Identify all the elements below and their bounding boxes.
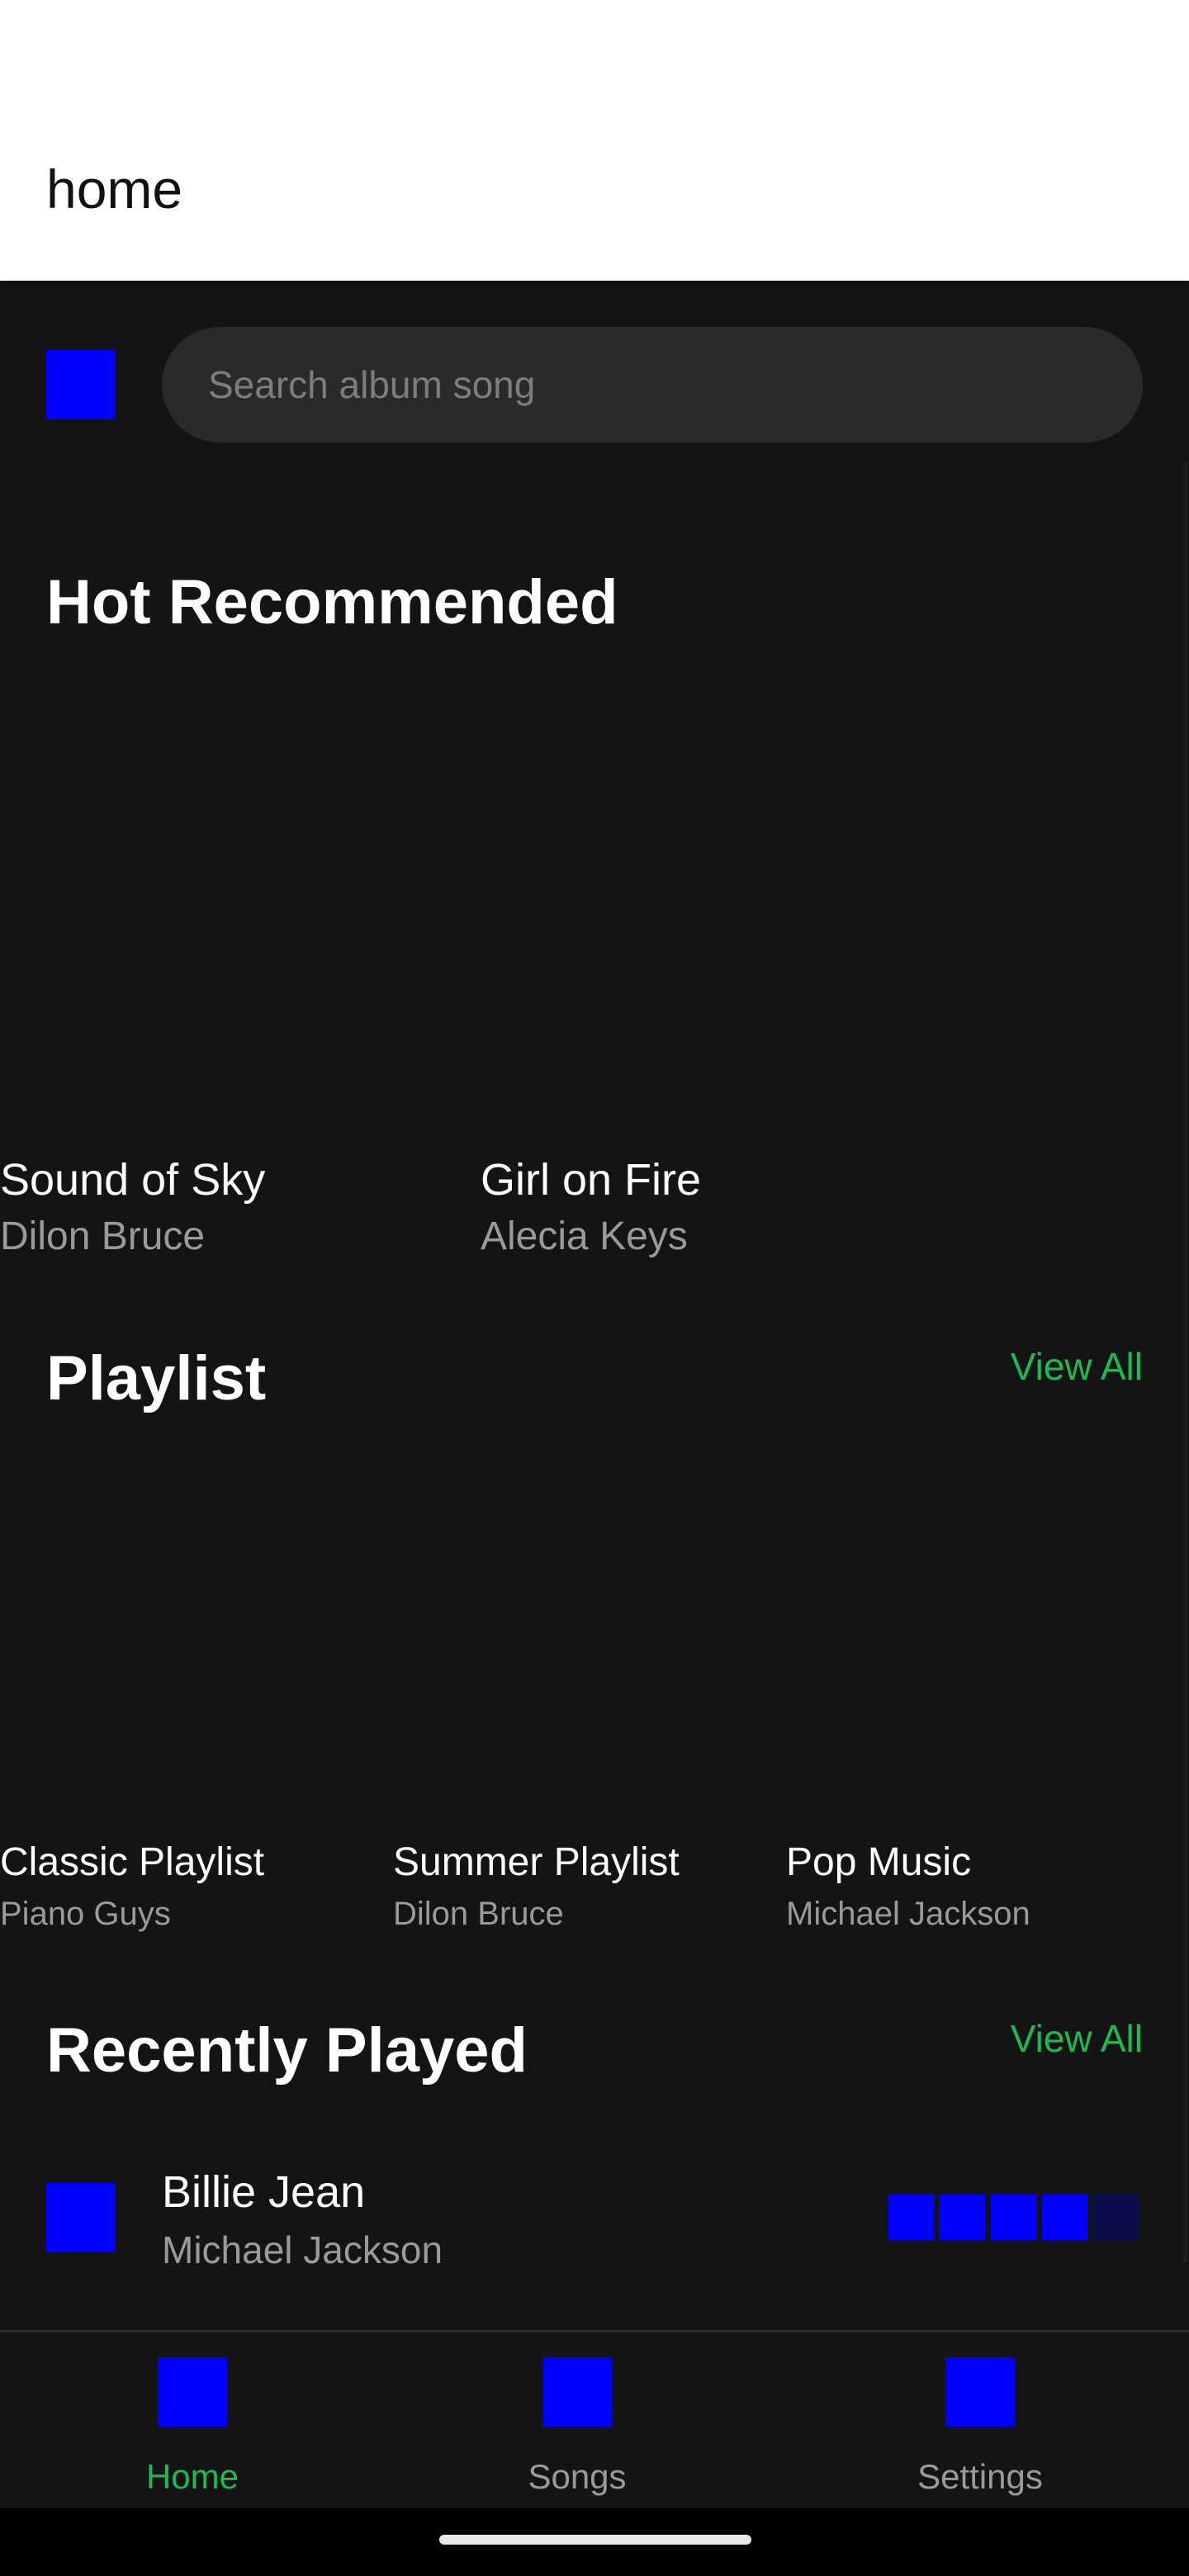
- card-artist: Alecia Keys: [481, 1215, 688, 1258]
- section-title-playlist: Playlist: [46, 1343, 267, 1413]
- rating-segment: [888, 2195, 935, 2241]
- home-icon: [158, 2357, 227, 2427]
- nav-item-settings[interactable]: Settings: [887, 2332, 1073, 2509]
- section-title-hot-recommended: Hot Recommended: [46, 567, 618, 637]
- album-cover[interactable]: [481, 685, 926, 1131]
- rating-segment: [940, 2195, 986, 2241]
- nav-label-settings: Settings: [917, 2457, 1043, 2496]
- app-bar: home: [0, 0, 1189, 281]
- playlist-cover[interactable]: [786, 1453, 1149, 1816]
- song-title: Billie Jean: [162, 2167, 366, 2217]
- playlist-view-all-link[interactable]: View All: [1011, 1347, 1143, 1385]
- songs-icon: [542, 2357, 612, 2427]
- card-artist: Michael Jackson: [786, 1896, 1030, 1932]
- card-title: Classic Playlist: [0, 1840, 265, 1884]
- nav-label-songs: Songs: [528, 2457, 627, 2496]
- recently-played-view-all-link[interactable]: View All: [1011, 2020, 1143, 2057]
- song-artist: Michael Jackson: [162, 2228, 443, 2271]
- nav-item-songs[interactable]: Songs: [484, 2332, 670, 2509]
- menu-icon[interactable]: [46, 350, 116, 419]
- home-gesture-handle[interactable]: [439, 2535, 751, 2545]
- section-title-recently-played: Recently Played: [46, 2015, 528, 2086]
- card-artist: Piano Guys: [0, 1896, 171, 1932]
- scrollbar[interactable]: [1182, 462, 1187, 2262]
- rating-segment: [1042, 2195, 1088, 2241]
- rating-segment: [991, 2195, 1037, 2241]
- card-title: Pop Music: [786, 1840, 972, 1884]
- card-artist: Dilon Bruce: [393, 1896, 564, 1932]
- rating-segment: [1093, 2195, 1139, 2241]
- card-artist: Dilon Bruce: [0, 1215, 206, 1258]
- card-title: Sound of Sky: [0, 1155, 266, 1205]
- nav-label-home: Home: [145, 2457, 239, 2496]
- system-navigation-bar: [0, 2508, 1189, 2576]
- playlist-cover[interactable]: [0, 1453, 363, 1816]
- album-cover[interactable]: [0, 685, 446, 1131]
- song-thumbnail: [46, 2183, 116, 2252]
- nav-item-home[interactable]: Home: [99, 2332, 286, 2509]
- page-title: home: [46, 159, 183, 220]
- playlist-cover[interactable]: [393, 1453, 756, 1816]
- bottom-navigation: Home Songs Settings: [0, 2330, 1189, 2509]
- settings-icon: [945, 2357, 1015, 2427]
- card-title: Girl on Fire: [481, 1155, 702, 1205]
- search-input[interactable]: [162, 327, 1143, 443]
- card-title: Summer Playlist: [393, 1840, 680, 1884]
